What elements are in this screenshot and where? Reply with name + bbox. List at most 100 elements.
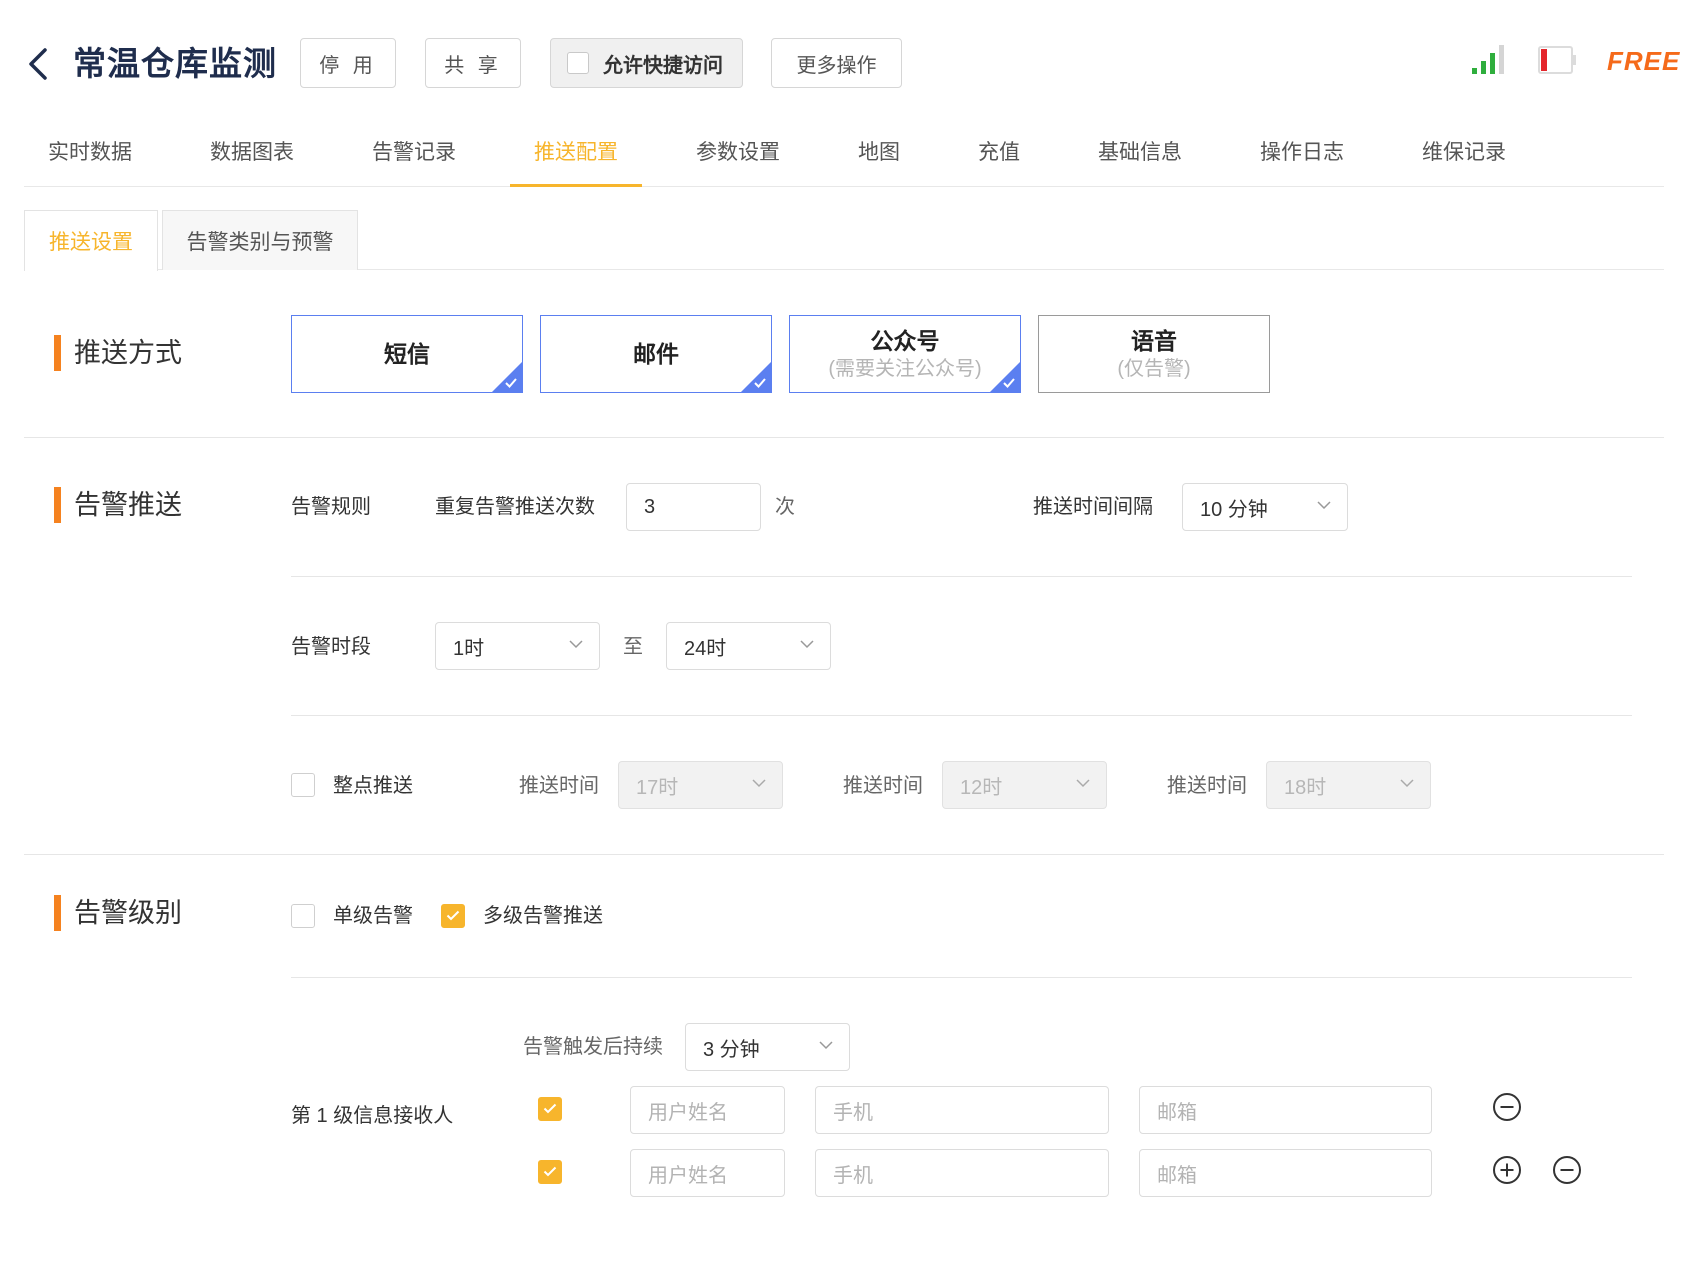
main-tab-bar: 实时数据 数据图表 告警记录 推送配置 参数设置 地图 充值 基础信息 操作日志…: [24, 130, 1664, 187]
chevron-down-icon: [1317, 501, 1331, 510]
push-card-name: 短信: [384, 341, 430, 367]
page-header: 常温仓库监测 停 用 共 享 允许快捷访问 更多操作 FREE: [0, 0, 1698, 120]
sub-tab-bar: 推送设置 告警类别与预警: [24, 210, 1664, 271]
alarm-period-label: 告警时段: [291, 636, 371, 658]
section-divider: [24, 437, 1664, 438]
quick-access-checkbox[interactable]: [567, 52, 589, 74]
signal-strength-icon: [1472, 45, 1504, 74]
remove-circle-icon[interactable]: [1552, 1155, 1582, 1185]
subtab-alarm-categories[interactable]: 告警类别与预警: [162, 210, 358, 270]
subtab-push-settings[interactable]: 推送设置: [24, 210, 158, 271]
push-card-email[interactable]: 邮件: [540, 315, 772, 393]
receiver-row-checkbox[interactable]: [538, 1097, 562, 1121]
checkmark-icon: [1003, 378, 1015, 388]
section-title-push-method: 推送方式: [54, 335, 182, 371]
disable-button[interactable]: 停 用: [300, 38, 396, 88]
tab-basic-info[interactable]: 基础信息: [1098, 130, 1182, 187]
remove-circle-icon[interactable]: [1492, 1092, 1522, 1122]
free-plan-badge: FREE: [1607, 46, 1681, 76]
tab-data-charts[interactable]: 数据图表: [210, 130, 294, 187]
row-divider: [291, 576, 1632, 577]
row-divider: [291, 715, 1632, 716]
receiver-row-checkbox[interactable]: [538, 1160, 562, 1184]
push-card-name: 邮件: [633, 341, 679, 367]
receiver-email-input[interactable]: 邮箱: [1139, 1149, 1432, 1197]
chevron-down-icon: [752, 779, 766, 788]
tab-parameter-settings[interactable]: 参数设置: [696, 130, 780, 187]
trigger-duration-label: 告警触发后持续: [523, 1036, 663, 1058]
push-card-voice[interactable]: 语音 (仅告警): [1038, 315, 1270, 393]
checkmark-icon: [543, 1166, 557, 1177]
tab-push-config[interactable]: 推送配置: [510, 130, 642, 187]
push-card-name: 语音: [1131, 328, 1177, 354]
alarm-period-start-select[interactable]: 1时: [435, 622, 600, 670]
push-card-name: 公众号: [870, 328, 940, 354]
push-time-label: 推送时间: [1167, 775, 1247, 797]
push-time-value: 18时: [1284, 776, 1327, 799]
section-divider: [24, 854, 1664, 855]
tab-map[interactable]: 地图: [858, 130, 900, 187]
alarm-period-end-select[interactable]: 24时: [666, 622, 831, 670]
checkmark-icon: [446, 910, 460, 921]
push-time-label: 推送时间: [519, 775, 599, 797]
chevron-down-icon: [1076, 779, 1090, 788]
alarm-period-start-value: 1时: [453, 637, 485, 660]
tab-maintenance-records[interactable]: 维保记录: [1422, 130, 1506, 187]
checkmark-icon: [543, 1103, 557, 1114]
push-time-select-3[interactable]: 18时: [1266, 761, 1431, 809]
trigger-duration-value: 3 分钟: [703, 1038, 760, 1061]
push-time-select-1[interactable]: 17时: [618, 761, 783, 809]
hourly-push-checkbox[interactable]: [291, 773, 315, 797]
alarm-rule-label: 告警规则: [291, 496, 371, 518]
chevron-down-icon: [1400, 779, 1414, 788]
chevron-down-icon: [800, 640, 814, 649]
tab-operation-log[interactable]: 操作日志: [1260, 130, 1344, 187]
checkmark-icon: [754, 378, 766, 388]
receiver-name-input[interactable]: 用户姓名: [630, 1086, 785, 1134]
trigger-duration-select[interactable]: 3 分钟: [685, 1023, 850, 1071]
add-circle-icon[interactable]: [1492, 1155, 1522, 1185]
alarm-period-end-value: 24时: [684, 637, 727, 660]
quick-access-toggle[interactable]: 允许快捷访问: [550, 38, 743, 88]
page-title: 常温仓库监测: [73, 45, 277, 82]
receiver-name-input[interactable]: 用户姓名: [630, 1149, 785, 1197]
tab-realtime-data[interactable]: 实时数据: [48, 130, 132, 187]
back-arrow-icon[interactable]: [26, 46, 50, 82]
section-title-alarm-push: 告警推送: [54, 487, 182, 523]
push-time-value: 17时: [636, 776, 679, 799]
row-divider: [291, 977, 1632, 978]
period-to-label: 至: [623, 636, 643, 658]
receiver-phone-input[interactable]: 手机: [815, 1086, 1109, 1134]
chevron-down-icon: [569, 640, 583, 649]
chevron-down-icon: [819, 1041, 833, 1050]
share-button[interactable]: 共 享: [425, 38, 521, 88]
receiver-phone-input[interactable]: 手机: [815, 1149, 1109, 1197]
single-level-alarm-label: 单级告警: [333, 905, 413, 927]
push-card-wechat-official[interactable]: 公众号 (需要关注公众号): [789, 315, 1021, 393]
push-card-note: (需要关注公众号): [828, 358, 982, 380]
push-interval-select[interactable]: 10 分钟: [1182, 483, 1348, 531]
hourly-push-label: 整点推送: [333, 775, 413, 797]
tab-alarm-records[interactable]: 告警记录: [372, 130, 456, 187]
push-time-select-2[interactable]: 12时: [942, 761, 1107, 809]
repeat-count-unit: 次: [775, 496, 795, 518]
battery-low-icon: [1538, 46, 1576, 74]
quick-access-label: 允许快捷访问: [603, 54, 723, 77]
section-title-alarm-level: 告警级别: [54, 895, 182, 931]
push-card-sms[interactable]: 短信: [291, 315, 523, 393]
repeat-count-label: 重复告警推送次数: [435, 496, 595, 518]
receiver-email-input[interactable]: 邮箱: [1139, 1086, 1432, 1134]
push-time-label: 推送时间: [843, 775, 923, 797]
push-time-value: 12时: [960, 776, 1003, 799]
multi-level-alarm-checkbox[interactable]: [441, 904, 465, 928]
single-level-alarm-checkbox[interactable]: [291, 904, 315, 928]
push-interval-value: 10 分钟: [1200, 498, 1268, 521]
push-interval-label: 推送时间间隔: [1033, 496, 1153, 518]
more-actions-button[interactable]: 更多操作: [771, 38, 902, 88]
tab-recharge[interactable]: 充值: [978, 130, 1020, 187]
repeat-count-input[interactable]: 3: [626, 483, 761, 531]
level-1-receiver-label: 第 1 级信息接收人: [291, 1105, 454, 1127]
push-card-note: (仅告警): [1117, 358, 1191, 380]
multi-level-alarm-label: 多级告警推送: [483, 905, 603, 927]
checkmark-icon: [505, 378, 517, 388]
